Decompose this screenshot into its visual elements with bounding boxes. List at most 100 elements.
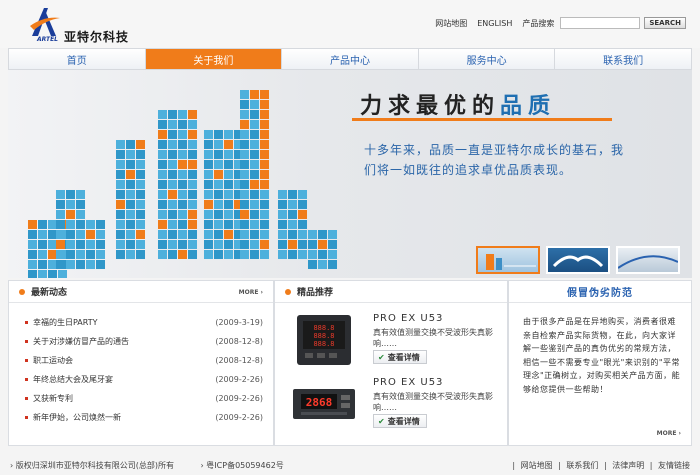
view-details-button[interactable]: ✔ 查看详情 bbox=[373, 350, 427, 364]
footer-link-contact[interactable]: | 联系我们 bbox=[558, 461, 598, 470]
search-button[interactable]: SEARCH bbox=[644, 17, 686, 29]
nav-service[interactable]: 服务中心 bbox=[419, 49, 556, 69]
cube-block bbox=[250, 230, 259, 239]
nav-products[interactable]: 产品中心 bbox=[282, 49, 419, 69]
cube-block bbox=[158, 200, 167, 209]
footer-link-sitemap[interactable]: | 网站地图 bbox=[512, 461, 552, 470]
cube-block bbox=[298, 200, 307, 209]
search-input[interactable] bbox=[560, 17, 641, 29]
news-item[interactable]: 又获新专利 (2009-2-26) bbox=[25, 389, 263, 408]
product-name[interactable]: PRO EX U53 bbox=[373, 313, 443, 324]
cube-block bbox=[188, 160, 197, 169]
cube-block bbox=[260, 180, 269, 189]
power-meter-image[interactable]: 888.8 888.8 888.8 bbox=[291, 313, 357, 367]
cube-block bbox=[214, 230, 223, 239]
check-icon: ✔ bbox=[378, 352, 385, 362]
svg-text:888.8: 888.8 bbox=[313, 340, 334, 348]
cube-block bbox=[168, 140, 177, 149]
cube-block bbox=[76, 240, 85, 249]
cube-block bbox=[214, 180, 223, 189]
cube-block bbox=[178, 190, 187, 199]
cube-block bbox=[240, 110, 249, 119]
product-name[interactable]: PRO EX U53 bbox=[373, 377, 443, 388]
nav-about[interactable]: 关于我们 bbox=[145, 49, 283, 69]
news-item[interactable]: 关于对涉嫌仿冒产品的通告 (2008-12-8) bbox=[25, 332, 263, 351]
banner-title-b: 品质 bbox=[500, 94, 557, 119]
news-item-date: (2009-3-19) bbox=[215, 318, 263, 327]
cube-block bbox=[86, 240, 95, 249]
cube-block bbox=[188, 120, 197, 129]
cube-block bbox=[328, 250, 337, 259]
cube-block bbox=[96, 240, 105, 249]
panel-meter-image[interactable]: 2868 bbox=[291, 377, 357, 431]
product-item-1: 888.8 888.8 888.8 PRO EX U53 真有效值测量交换不受波… bbox=[287, 313, 501, 373]
banner-thumb-2[interactable] bbox=[546, 246, 610, 274]
view-details-label: 查看详情 bbox=[387, 416, 420, 426]
news-item-title: 关于对涉嫌仿冒产品的通告 bbox=[25, 332, 129, 351]
news-item-date: (2009-2-26) bbox=[215, 375, 263, 384]
english-link[interactable]: ENGLISH bbox=[477, 19, 512, 28]
news-item[interactable]: 幸福的生日PARTY (2009-3-19) bbox=[25, 313, 263, 332]
cube-block bbox=[240, 150, 249, 159]
cube-block bbox=[240, 190, 249, 199]
news-item[interactable]: 新年伊始，公司焕然一新 (2009-2-26) bbox=[25, 408, 263, 427]
cube-block bbox=[168, 230, 177, 239]
cube-block bbox=[126, 150, 135, 159]
icp-text[interactable]: › 粤ICP备05059462号 bbox=[201, 461, 296, 470]
chart-thumb-icon bbox=[486, 254, 536, 270]
cube-block bbox=[298, 240, 307, 249]
cube-block bbox=[308, 240, 317, 249]
cube-block bbox=[158, 120, 167, 129]
footer-links: | 网站地图 | 联系我们 | 法律声明 | 友情链接 bbox=[509, 460, 690, 471]
cube-block bbox=[288, 190, 297, 199]
banner-divider bbox=[352, 118, 612, 121]
cube-block bbox=[318, 230, 327, 239]
cube-block bbox=[86, 250, 95, 259]
cube-block bbox=[188, 170, 197, 179]
cube-block bbox=[38, 240, 47, 249]
sitemap-link[interactable]: 网站地图 bbox=[435, 18, 467, 29]
banner-thumb-3[interactable] bbox=[616, 246, 680, 274]
cube-block bbox=[278, 240, 287, 249]
logo[interactable]: ARTEL 亚特尔科技 bbox=[28, 6, 138, 44]
anti-more-link[interactable]: MORE › bbox=[657, 430, 681, 437]
cube-block bbox=[136, 190, 145, 199]
cube-block bbox=[76, 190, 85, 199]
cube-block bbox=[224, 210, 233, 219]
footer-link-legal[interactable]: | 法律声明 bbox=[604, 461, 644, 470]
cube-block bbox=[204, 180, 213, 189]
cube-block bbox=[260, 230, 269, 239]
news-item-date: (2008-12-8) bbox=[215, 337, 263, 346]
news-item-title: 新年伊始，公司焕然一新 bbox=[25, 408, 121, 427]
cube-block bbox=[28, 250, 37, 259]
cube-block bbox=[168, 110, 177, 119]
cube-block bbox=[308, 250, 317, 259]
cube-block bbox=[28, 240, 37, 249]
cube-block bbox=[28, 270, 37, 278]
cube-block bbox=[136, 220, 145, 229]
cube-block bbox=[240, 130, 249, 139]
news-item[interactable]: 年终总结大会及尾牙宴 (2009-2-26) bbox=[25, 370, 263, 389]
footer-link-friends[interactable]: | 友情链接 bbox=[650, 461, 690, 470]
cube-block bbox=[56, 220, 65, 229]
news-more-link[interactable]: MORE › bbox=[239, 289, 263, 296]
cube-block bbox=[260, 210, 269, 219]
cube-block bbox=[158, 220, 167, 229]
nav-home[interactable]: 首页 bbox=[9, 49, 146, 69]
cube-block bbox=[224, 170, 233, 179]
cube-block bbox=[328, 260, 337, 269]
banner-thumb-1[interactable] bbox=[476, 246, 540, 274]
cube-block bbox=[158, 160, 167, 169]
cube-block bbox=[204, 190, 213, 199]
cube-block bbox=[158, 130, 167, 139]
view-details-button[interactable]: ✔ 查看详情 bbox=[373, 414, 427, 428]
news-item[interactable]: 职工运动会 (2008-12-8) bbox=[25, 351, 263, 370]
cube-block bbox=[328, 230, 337, 239]
cube-block bbox=[76, 230, 85, 239]
nav-contact[interactable]: 联系我们 bbox=[555, 49, 691, 69]
more-text: MORE bbox=[238, 289, 259, 296]
bullet-dot-icon bbox=[19, 288, 25, 295]
cube-block bbox=[298, 190, 307, 199]
cube-block bbox=[214, 220, 223, 229]
cube-block bbox=[250, 180, 259, 189]
